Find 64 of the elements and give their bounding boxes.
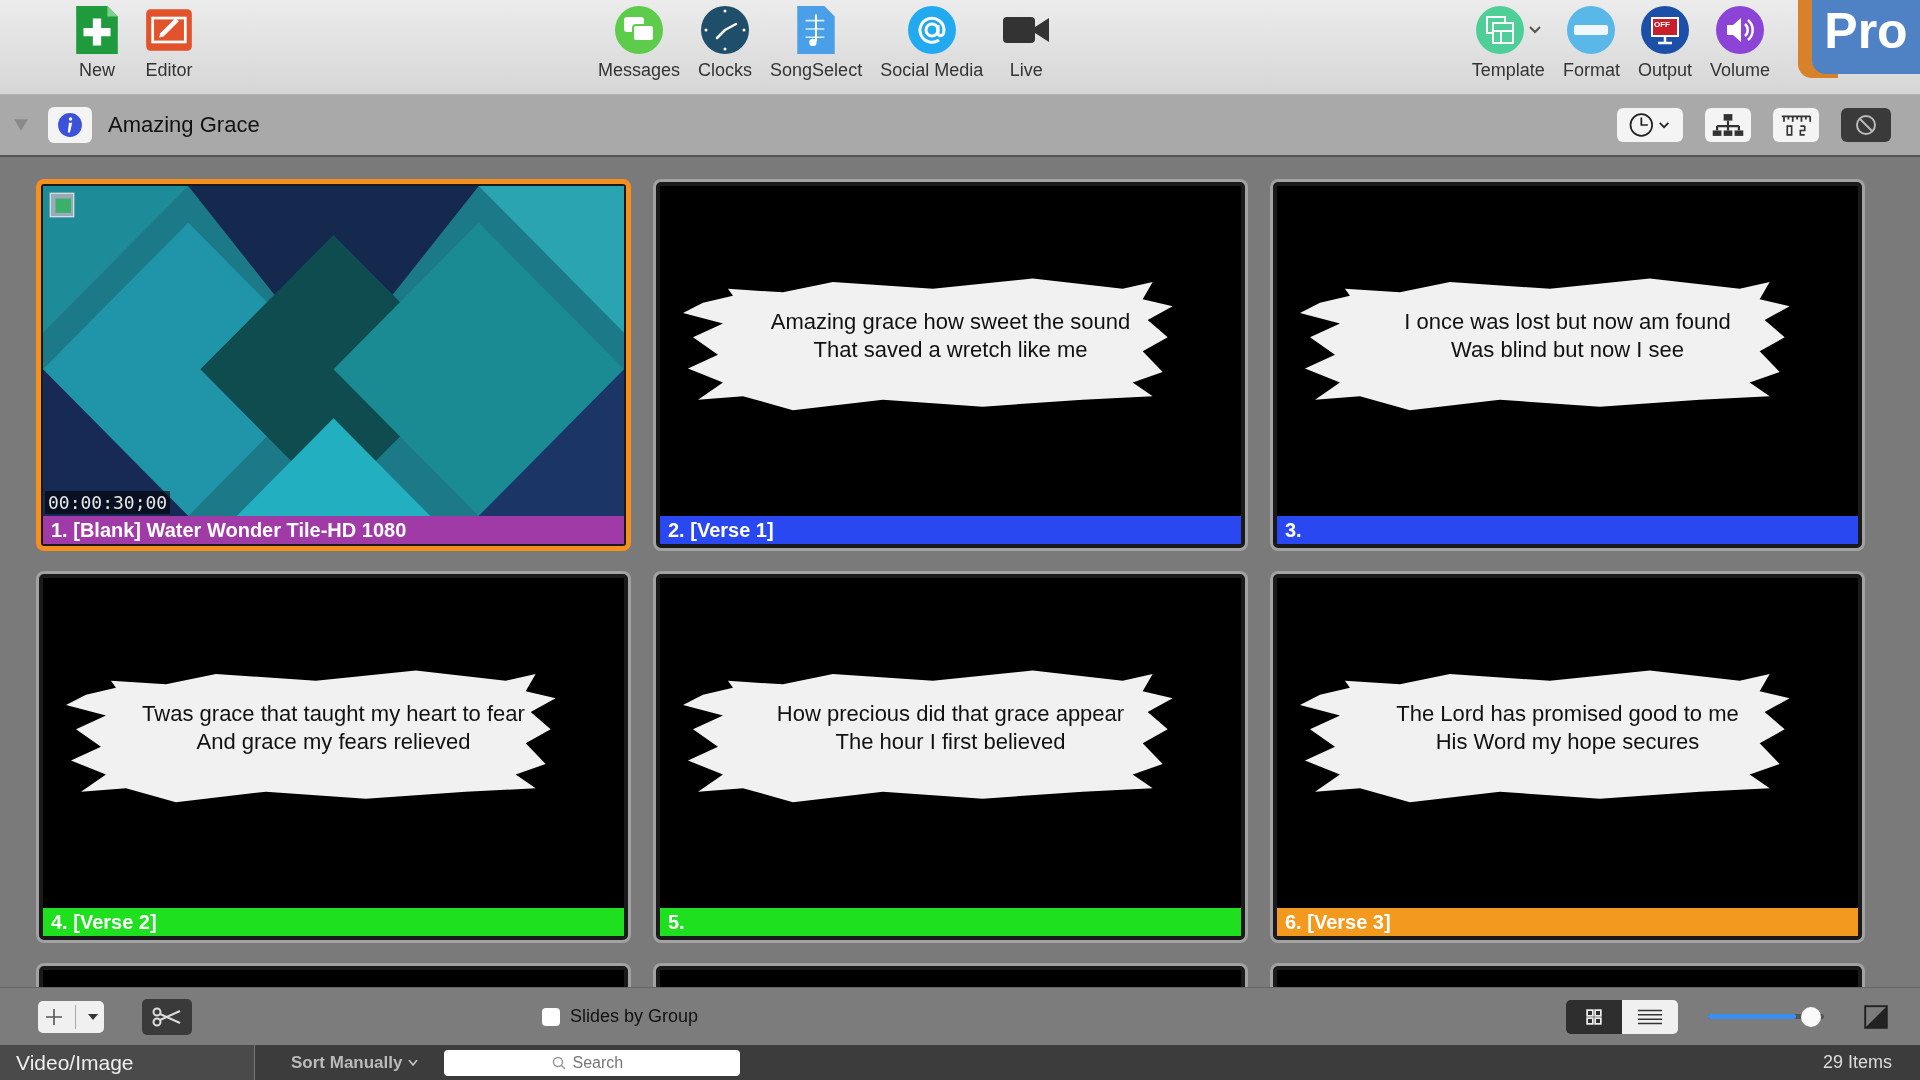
- slide-thumbnail[interactable]: Amazing grace how sweet the sound That saved a wretch like me 2. [Verse 1]: [653, 179, 1248, 551]
- slide-lyrics: Twas grace that taught my heart to fear And grace my fears relieved: [141, 700, 526, 757]
- caret-icon: [88, 1013, 99, 1020]
- at-sign-icon: [906, 4, 957, 56]
- info-button[interactable]: [48, 107, 92, 143]
- aspect-ratio-icon[interactable]: [1864, 1004, 1888, 1029]
- slide-thumbnail[interactable]: I once was lost but now am found Was blind but now I see 3.: [1270, 179, 1865, 551]
- search-field[interactable]: Search: [444, 1049, 741, 1076]
- toolbar-button[interactable]: Template: [1469, 4, 1547, 81]
- ruler-button[interactable]: [1773, 108, 1819, 142]
- prohibit-icon: [1854, 113, 1878, 137]
- list-icon: [1638, 1008, 1662, 1025]
- list-view-button[interactable]: [1622, 999, 1678, 1034]
- monitor-icon: OFF: [1639, 4, 1690, 56]
- slide-thumbnail[interactable]: The Lord has promised good to me His Word my hope secures 6. [Verse 3]: [1270, 571, 1865, 943]
- grid-view-button[interactable]: [1566, 999, 1622, 1034]
- presentation-title: Amazing Grace: [108, 112, 260, 138]
- prohibit-button[interactable]: [1841, 108, 1891, 142]
- arrangement-button[interactable]: [1705, 108, 1751, 142]
- media-file-icon: [49, 192, 75, 218]
- slide-label: 5.: [660, 908, 1241, 936]
- toolbar-button[interactable]: Volume: [1707, 4, 1772, 81]
- checkbox-label: Slides by Group: [570, 1006, 699, 1027]
- template-icon: [1475, 4, 1526, 56]
- cut-button[interactable]: [142, 998, 192, 1035]
- slide-lyrics: Amazing grace how sweet the sound That saved a wretch like me: [769, 308, 1132, 365]
- caret-icon: [1529, 26, 1542, 34]
- slide-thumbnail[interactable]: Twas grace that taught my heart to fear And grace my fears relieved 4. [Verse 2]: [36, 571, 631, 943]
- slide-label: 3.: [1277, 516, 1858, 544]
- plus-icon: [43, 1006, 64, 1027]
- sort-dropdown[interactable]: Sort Manually: [285, 1051, 425, 1074]
- slide-label: 1. [Blank] Water Wonder Tile-HD 1080: [43, 516, 624, 544]
- toolbar-button[interactable]: Editor: [142, 4, 196, 81]
- clock-icon: [700, 4, 751, 56]
- caret-icon: [408, 1059, 419, 1066]
- toolbar-button[interactable]: OFF Output: [1635, 4, 1694, 81]
- slide-lyrics: How precious did that grace appear The hour I first believed: [775, 700, 1126, 757]
- chat-bubbles-icon: [614, 4, 664, 56]
- slide-label: 4. [Verse 2]: [43, 908, 624, 936]
- timer-dropdown-button[interactable]: [1617, 108, 1683, 142]
- grid-icon: [1586, 1008, 1602, 1025]
- toolbar-button[interactable]: Social Media: [878, 4, 986, 81]
- slide-thumbnail[interactable]: 00:00:30;00 1. [Blank] Water Wonder Tile-HD 1080: [36, 179, 631, 551]
- toolbar-button[interactable]: Format: [1560, 4, 1622, 81]
- toolbar-button[interactable]: Live: [999, 4, 1054, 81]
- library-tab[interactable]: Video/Image: [0, 1045, 255, 1080]
- toolbar-button[interactable]: SongSelect: [768, 4, 865, 81]
- info-icon: [57, 112, 83, 138]
- slide-label: 2. [Verse 1]: [660, 516, 1241, 544]
- format-icon: [1566, 4, 1617, 56]
- item-count: 29 Items: [1822, 1052, 1892, 1073]
- speaker-icon: [1714, 4, 1765, 56]
- scissors-icon: [152, 1006, 182, 1027]
- toolbar-button[interactable]: Messages: [596, 4, 683, 81]
- toolbar-button[interactable]: Clocks: [696, 4, 755, 81]
- slides-by-group-checkbox[interactable]: [542, 1007, 560, 1026]
- slide-lyrics: I once was lost but now am found Was blind but now I see: [1403, 308, 1732, 365]
- slide-label: 6. [Verse 3]: [1277, 908, 1858, 936]
- toolbar-button[interactable]: New: [70, 4, 124, 81]
- search-icon: [552, 1055, 567, 1070]
- slide-lyrics: The Lord has promised good to me His Word my hope secures: [1395, 700, 1740, 757]
- add-slide-button[interactable]: [38, 1000, 104, 1033]
- timecode: 00:00:30;00: [45, 491, 171, 514]
- slide-thumbnail[interactable]: How precious did that grace appear The hour I first believed 5.: [653, 571, 1248, 943]
